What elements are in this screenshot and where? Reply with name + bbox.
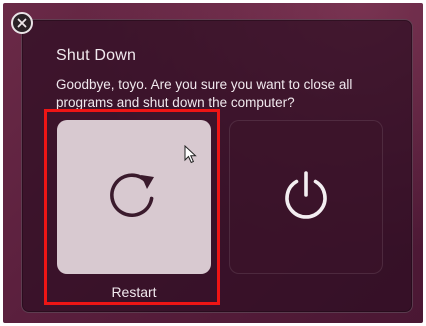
- desktop-background: Shut Down Goodbye, toyo. Are you sure yo…: [3, 3, 423, 323]
- dialog-title: Shut Down: [56, 47, 137, 64]
- mouse-cursor-icon: [184, 144, 198, 170]
- restart-button[interactable]: [57, 120, 211, 274]
- restart-label: Restart: [111, 284, 157, 300]
- shutdown-button[interactable]: [229, 120, 383, 274]
- close-button[interactable]: [11, 12, 33, 34]
- close-icon: [17, 18, 27, 28]
- dialog-message: Goodbye, toyo. Are you sure you want to …: [56, 77, 353, 110]
- restart-icon: [106, 167, 162, 228]
- power-icon: [278, 167, 334, 228]
